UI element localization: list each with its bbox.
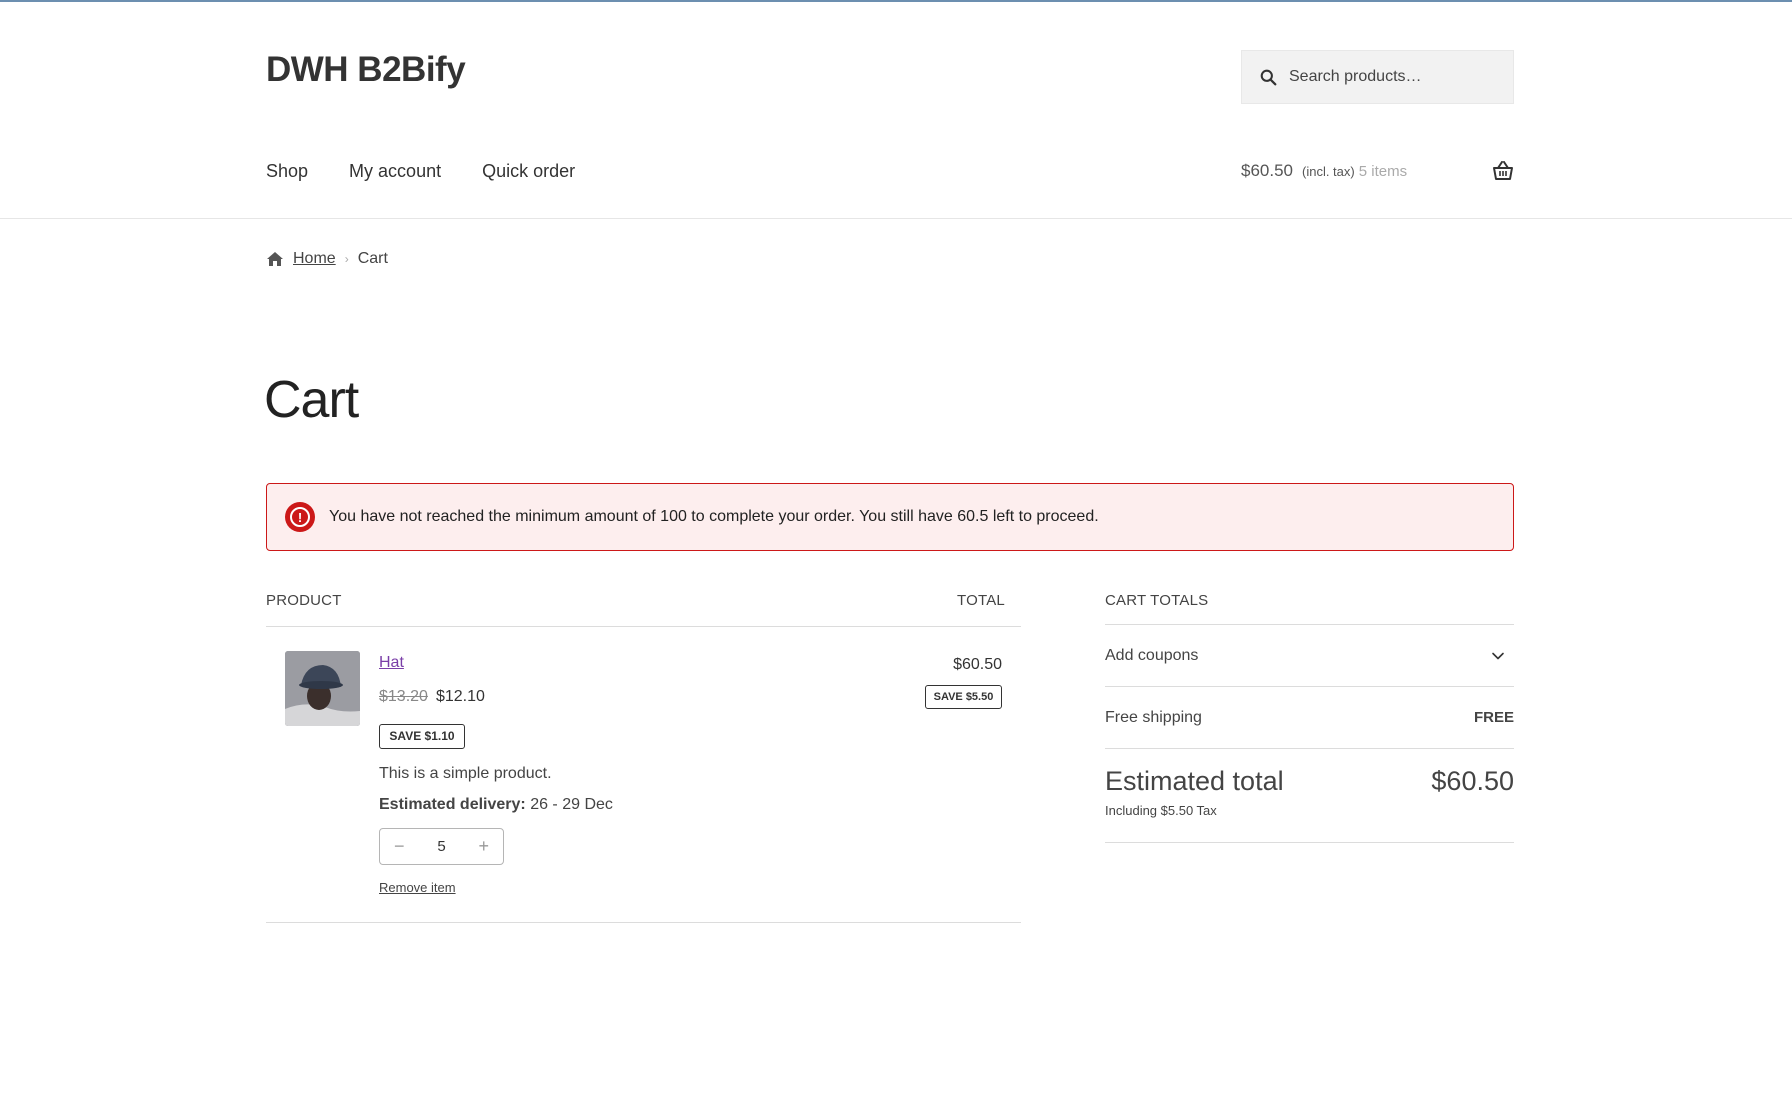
error-notice: ! You have not reached the minimum amoun…	[266, 483, 1514, 551]
cart-totals-header: CART TOTALS	[1105, 592, 1209, 609]
home-icon	[267, 252, 283, 266]
delivery-value: 26 - 29 Dec	[530, 796, 613, 813]
line-save-badge: SAVE $5.50	[925, 685, 1002, 709]
quantity-stepper[interactable]: − 5 +	[379, 828, 504, 865]
shipping-divider	[1105, 748, 1514, 749]
mini-cart[interactable]: $60.50 (incl. tax) 5 items	[1241, 161, 1514, 181]
nav-my-account[interactable]: My account	[349, 161, 441, 182]
product-column-header: PRODUCT	[266, 592, 342, 609]
regular-price: $13.20	[379, 688, 428, 705]
product-thumbnail[interactable]	[285, 651, 360, 726]
save-badge: SAVE $1.10	[379, 724, 465, 749]
decrease-quantity-button[interactable]: −	[394, 836, 405, 857]
mini-cart-tax-note: (incl. tax)	[1302, 163, 1355, 179]
table-bottom-divider	[266, 922, 1021, 923]
nav-quick-order[interactable]: Quick order	[482, 161, 575, 182]
add-coupons-toggle[interactable]: Add coupons	[1105, 647, 1198, 665]
page-title: Cart	[264, 371, 359, 429]
breadcrumb-current: Cart	[357, 250, 388, 267]
primary-navigation: Shop My account Quick order	[266, 161, 616, 182]
totals-header-divider	[1105, 624, 1514, 625]
shipping-label: Free shipping	[1105, 709, 1202, 726]
mini-cart-amount[interactable]: $60.50	[1241, 161, 1293, 181]
estimated-delivery: Estimated delivery: 26 - 29 Dec	[379, 796, 613, 814]
estimated-total-label: Estimated total	[1105, 766, 1284, 796]
mini-cart-count[interactable]: 5 items	[1359, 163, 1407, 180]
product-description: This is a simple product.	[379, 765, 552, 782]
tax-note: Including $5.50 Tax	[1105, 803, 1217, 818]
remove-item-link[interactable]: Remove item	[379, 880, 456, 895]
coupons-divider	[1105, 686, 1514, 687]
delivery-label: Estimated delivery:	[379, 796, 526, 813]
notice-message: You have not reached the minimum amount …	[329, 508, 1099, 525]
search-icon	[1260, 69, 1277, 85]
line-total: $60.50	[953, 656, 1002, 673]
sale-price: $12.10	[435, 688, 485, 705]
breadcrumb: Home › Cart	[266, 250, 388, 268]
nav-shop[interactable]: Shop	[266, 161, 308, 182]
breadcrumb-home[interactable]: Home	[293, 250, 336, 268]
site-title[interactable]: DWH B2Bify	[266, 50, 466, 90]
search-box[interactable]	[1241, 50, 1514, 104]
product-price: $13.20 $12.10	[379, 688, 485, 706]
table-header-divider	[266, 626, 1021, 627]
increase-quantity-button[interactable]: +	[478, 836, 489, 857]
estimated-total-value: $60.50	[1431, 766, 1514, 796]
top-accent-line	[0, 0, 1792, 2]
quantity-value[interactable]: 5	[437, 838, 445, 855]
total-column-header: TOTAL	[957, 592, 1005, 609]
error-icon: !	[285, 502, 315, 532]
shipping-value: FREE	[1473, 709, 1514, 726]
search-input[interactable]	[1289, 68, 1489, 86]
breadcrumb-separator: ›	[344, 252, 349, 266]
chevron-down-icon[interactable]	[1490, 648, 1506, 664]
header-divider	[0, 218, 1792, 219]
product-name-link[interactable]: Hat	[379, 654, 404, 672]
basket-icon[interactable]	[1492, 161, 1514, 181]
totals-bottom-divider	[1105, 842, 1514, 843]
